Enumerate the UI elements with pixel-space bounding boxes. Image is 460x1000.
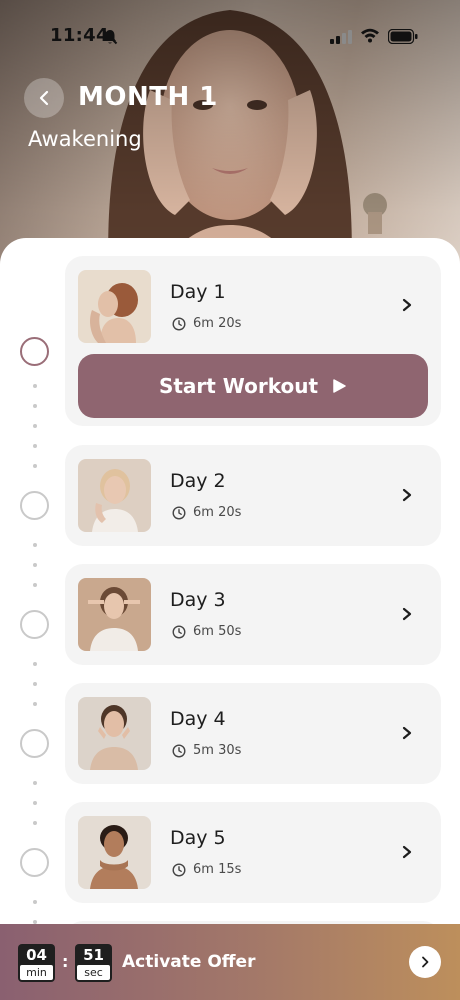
countdown-seconds: 51 sec <box>75 944 112 982</box>
step-circle-day-5 <box>20 848 49 877</box>
step-circle-day-1 <box>20 337 49 366</box>
timeline-dot <box>33 781 37 785</box>
countdown-separator: : <box>62 952 69 971</box>
timeline-dot <box>33 563 37 567</box>
chevron-right-icon <box>402 488 412 502</box>
day-thumbnail <box>78 816 151 889</box>
day-card-3[interactable]: Day 3 6m 50s <box>65 564 441 665</box>
timeline-dot <box>33 543 37 547</box>
day-thumbnail <box>78 459 151 532</box>
activate-offer-bar[interactable]: 04 min : 51 sec Activate Offer <box>0 924 460 1000</box>
timeline-dot <box>33 384 37 388</box>
chevron-right-icon <box>402 726 412 740</box>
timeline-dot <box>33 444 37 448</box>
clock-icon <box>172 624 186 639</box>
day-duration: 6m 20s <box>172 505 241 520</box>
clock-icon <box>172 316 186 331</box>
day-card-5[interactable]: Day 5 6m 15s <box>65 802 441 903</box>
timeline-dot <box>33 682 37 686</box>
countdown-minutes: 04 min <box>18 944 55 982</box>
day-card-1[interactable]: Day 1 6m 20s Start Workout <box>65 256 441 426</box>
day-card-2[interactable]: Day 2 6m 20s <box>65 445 441 546</box>
day-duration: 6m 20s <box>172 316 241 331</box>
day-thumbnail <box>78 697 151 770</box>
day-duration-text: 6m 15s <box>193 862 242 877</box>
back-button[interactable] <box>24 78 64 118</box>
countdown-minutes-value: 04 <box>26 946 47 964</box>
day-title: Day 4 <box>170 708 226 730</box>
timeline-dot <box>33 900 37 904</box>
countdown-minutes-unit: min <box>20 965 53 980</box>
day-duration: 6m 15s <box>172 862 241 877</box>
timeline-dot <box>33 702 37 706</box>
timeline-dot <box>33 583 37 587</box>
step-circle-day-3 <box>20 610 49 639</box>
timeline-dot <box>33 662 37 666</box>
day-card-4[interactable]: Day 4 5m 30s <box>65 683 441 784</box>
activate-offer-button[interactable] <box>409 946 441 978</box>
timeline-dot <box>33 404 37 408</box>
status-bar: 11:44 <box>0 22 460 52</box>
day-thumbnail <box>78 270 151 343</box>
countdown-seconds-value: 51 <box>83 946 104 964</box>
step-circle-day-2 <box>20 491 49 520</box>
chevron-right-icon <box>402 298 412 312</box>
countdown-seconds-unit: sec <box>77 965 110 980</box>
day-title: Day 3 <box>170 589 226 611</box>
wifi-icon <box>361 28 379 43</box>
timeline-dot <box>33 464 37 468</box>
day-duration: 6m 50s <box>172 624 241 639</box>
start-workout-label: Start Workout <box>158 374 319 398</box>
status-time: 11:44 <box>50 25 109 46</box>
timeline-dot <box>33 821 37 825</box>
chevron-right-icon <box>402 845 412 859</box>
start-workout-button[interactable]: Start Workout <box>78 354 428 418</box>
day-title: Day 2 <box>170 470 226 492</box>
clock-icon <box>172 505 186 520</box>
day-duration-text: 6m 20s <box>193 316 242 331</box>
day-title: Day 5 <box>170 827 226 849</box>
signal-icon <box>330 30 352 44</box>
day-duration: 5m 30s <box>172 743 241 758</box>
page-title: MONTH 1 <box>78 82 218 112</box>
bell-off-icon <box>102 29 118 45</box>
timeline-dot <box>33 424 37 428</box>
chevron-right-icon <box>422 956 429 968</box>
clock-icon <box>172 862 186 877</box>
clock-icon <box>172 743 186 758</box>
chevron-left-icon <box>39 90 49 106</box>
progress-timeline <box>0 238 64 1000</box>
timeline-dot <box>33 801 37 805</box>
battery-icon <box>388 29 418 44</box>
chevron-right-icon <box>402 607 412 621</box>
play-icon <box>333 379 346 393</box>
day-title: Day 1 <box>170 281 226 303</box>
page-subtitle: Awakening <box>28 127 142 151</box>
day-thumbnail <box>78 578 151 651</box>
day-duration-text: 6m 20s <box>193 505 242 520</box>
step-circle-day-4 <box>20 729 49 758</box>
workout-sheet: Day 1 6m 20s Start Workout Day 2 6m 20s … <box>0 238 460 1000</box>
day-duration-text: 5m 30s <box>193 743 242 758</box>
activate-offer-label: Activate Offer <box>122 952 256 972</box>
day-duration-text: 6m 50s <box>193 624 242 639</box>
